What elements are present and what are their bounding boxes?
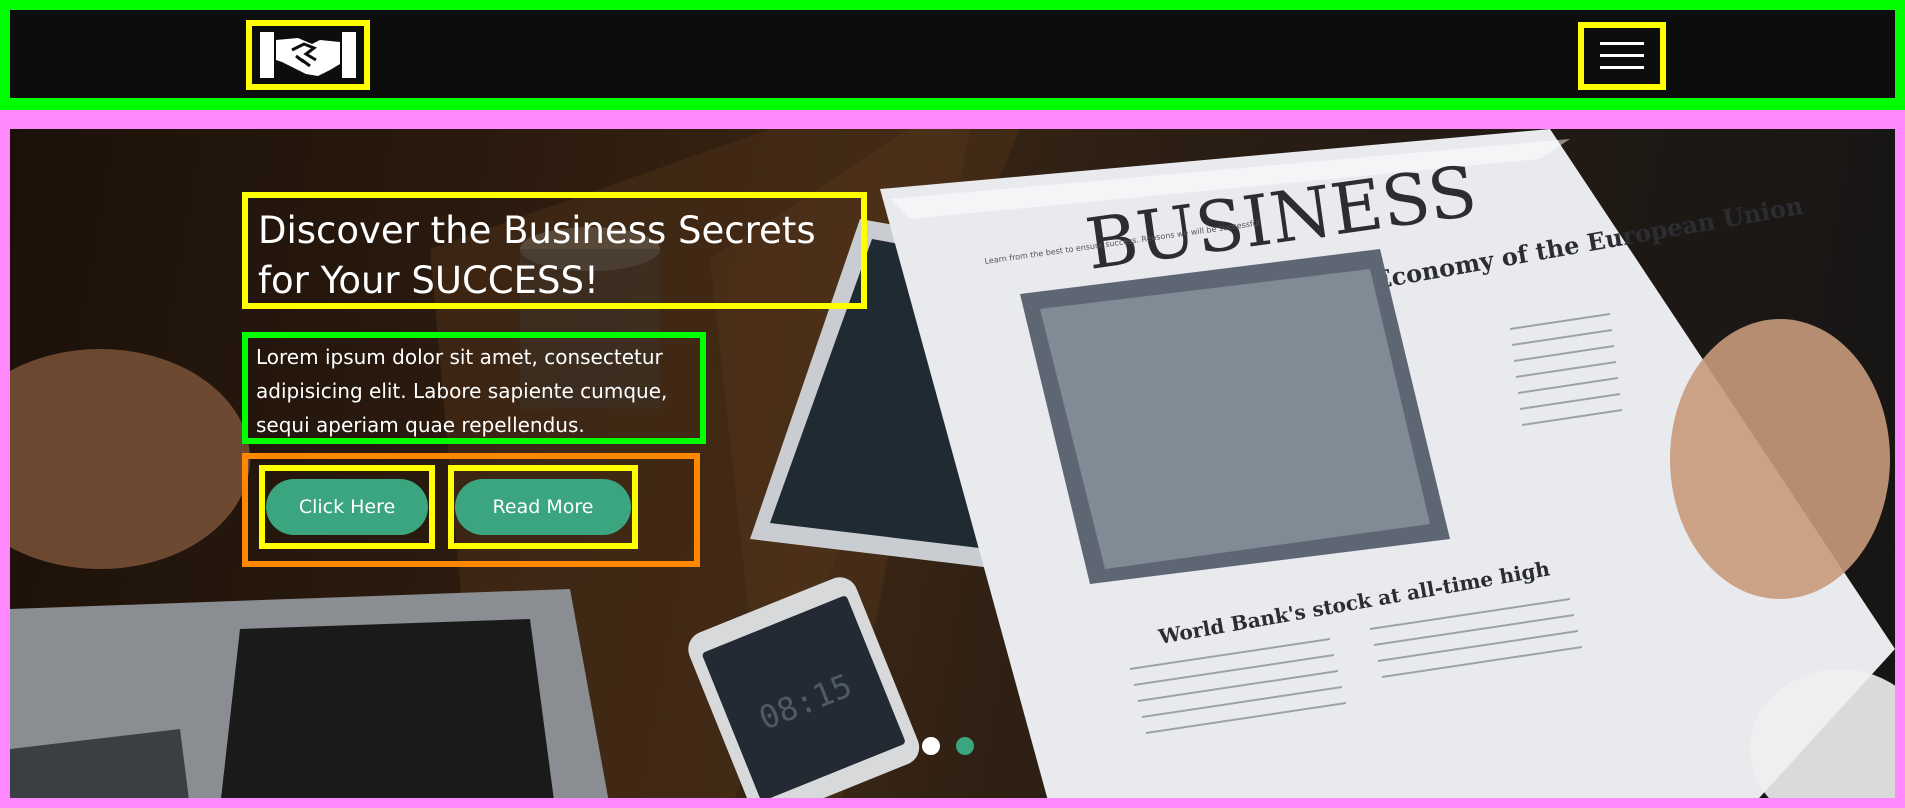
top-navbar xyxy=(0,0,1905,110)
hamburger-menu-icon xyxy=(1600,42,1644,69)
hero-description: Lorem ipsum dolor sit amet, consectetur … xyxy=(256,345,668,437)
hamburger-menu-button[interactable] xyxy=(1578,22,1666,90)
read-more-button[interactable]: Read More xyxy=(455,479,631,535)
click-here-wrapper: Click Here xyxy=(259,465,435,549)
carousel-dot-2[interactable] xyxy=(956,737,974,755)
hero-button-group: Click Here Read More xyxy=(242,453,700,567)
hero-description-box: Lorem ipsum dolor sit amet, consectetur … xyxy=(242,332,706,444)
click-here-button[interactable]: Click Here xyxy=(266,479,428,535)
carousel-indicators xyxy=(922,737,974,757)
handshake-icon xyxy=(260,32,356,78)
hero-slide: 08:15 BUSINESS Economy of the European U… xyxy=(10,129,1895,798)
hero-title-box: Discover the Business Secrets for Your S… xyxy=(242,192,867,309)
read-more-wrapper: Read More xyxy=(448,465,638,549)
hero-title: Discover the Business Secrets for Your S… xyxy=(258,209,816,302)
logo-link[interactable] xyxy=(246,20,370,90)
hero-section: 08:15 BUSINESS Economy of the European U… xyxy=(0,117,1905,808)
carousel-dot-1[interactable] xyxy=(922,737,940,755)
